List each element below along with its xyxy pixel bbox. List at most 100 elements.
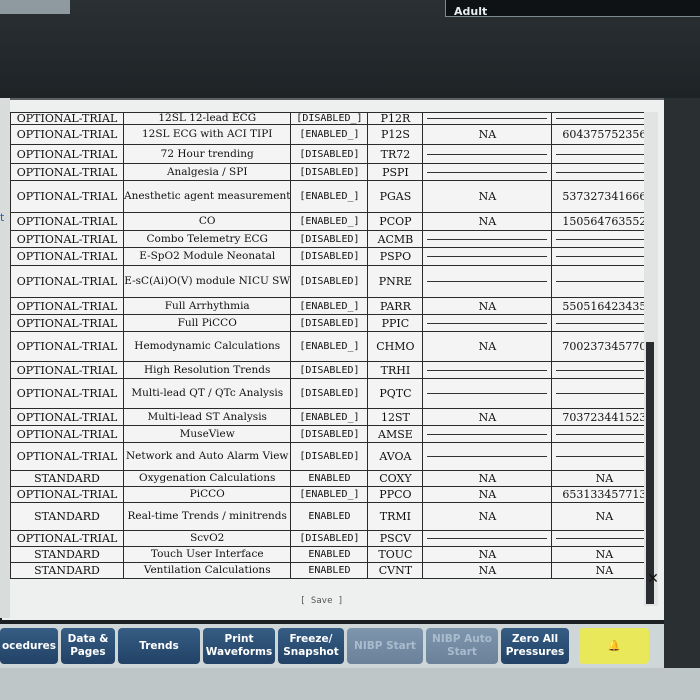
top-left-tab xyxy=(0,0,70,14)
empty-entry-line xyxy=(556,171,653,173)
scrollbar-thumb[interactable] xyxy=(646,342,654,604)
feature-key-cell xyxy=(551,378,658,409)
feature-status-cell: [DISABLED_] xyxy=(290,112,369,125)
alarm-silence-button[interactable]: 🔔 xyxy=(579,628,649,664)
table-row[interactable]: STANDARD Touch User Interface ENABLED TOUC N… xyxy=(10,546,658,563)
feature-type-cell: STANDARD xyxy=(10,502,124,531)
feature-code-cell: PCOP xyxy=(367,212,424,231)
feature-type-cell: OPTIONAL-TRIAL xyxy=(10,163,124,181)
feature-na-cell xyxy=(422,530,553,547)
empty-entry-line xyxy=(556,238,653,240)
feature-status-cell: [ENABLED_] xyxy=(290,180,369,213)
feature-name-cell: 12SL 12-lead ECG xyxy=(122,112,292,125)
empty-entry-line xyxy=(427,322,548,324)
feature-status-cell: [DISABLED] xyxy=(290,361,369,379)
feature-status-cell: [ENABLED_] xyxy=(290,408,369,426)
feature-code-cell: ACMB xyxy=(367,230,424,248)
feature-type-cell: OPTIONAL-TRIAL xyxy=(10,408,124,426)
empty-entry-line xyxy=(427,369,548,371)
table-row[interactable]: OPTIONAL-TRIAL MuseView [DISABLED] AMSE xyxy=(10,425,658,443)
feature-type-cell: OPTIONAL-TRIAL xyxy=(10,442,124,471)
edge-mark: t xyxy=(0,211,5,224)
zero-all-pressures-button[interactable]: Zero All Pressures xyxy=(501,628,569,664)
feature-type-cell: OPTIONAL-TRIAL xyxy=(10,247,124,266)
feature-na-cell xyxy=(422,378,553,409)
table-row[interactable]: OPTIONAL-TRIAL High Resolution Trends [DIS… xyxy=(10,361,658,379)
feature-name-cell: 72 Hour trending xyxy=(122,144,292,164)
feature-name-cell: High Resolution Trends xyxy=(122,361,292,379)
table-row[interactable]: OPTIONAL-TRIAL Anesthetic agent measureme… xyxy=(10,180,658,213)
feature-name-cell: Multi-lead QT / QTc Analysis xyxy=(122,378,292,409)
feature-name-cell: Touch User Interface xyxy=(122,546,292,563)
feature-name-cell: Full Arrhythmia xyxy=(122,297,292,315)
table-row[interactable]: STANDARD Ventilation Calculations ENABLED C… xyxy=(10,562,658,579)
feature-name-cell: CO xyxy=(122,212,292,231)
table-row[interactable]: OPTIONAL-TRIAL Full Arrhythmia [ENABLED_] P… xyxy=(10,297,658,315)
table-row[interactable]: OPTIONAL-TRIAL Multi-lead ST Analysis [ENA… xyxy=(10,408,658,426)
table-row[interactable]: STANDARD Oxygenation Calculations ENABLED C… xyxy=(10,470,658,487)
feature-name-cell: PiCCO xyxy=(122,486,292,503)
empty-entry-line xyxy=(556,456,653,457)
procedures-button[interactable]: ocedures xyxy=(0,628,58,664)
feature-code-cell: PARR xyxy=(367,297,424,315)
table-row[interactable]: OPTIONAL-TRIAL CO [ENABLED_] PCOP NA 15056476… xyxy=(10,212,658,231)
feature-name-cell: 12SL ECG with ACI TIPI xyxy=(122,124,292,145)
feature-key-cell: NA xyxy=(551,546,658,563)
feature-name-cell: Analgesia / SPI xyxy=(122,163,292,181)
nibp-auto-start-button[interactable]: NIBP Auto Start xyxy=(426,628,498,664)
feature-name-cell: Ventilation Calculations xyxy=(122,562,292,579)
patient-category-box[interactable]: Adult xyxy=(445,0,597,18)
table-row[interactable]: OPTIONAL-TRIAL PiCCO [ENABLED_] PPCO NA 65313… xyxy=(10,486,658,503)
feature-name-cell: E-sC(Ai)O(V) module NICU SW xyxy=(122,265,292,298)
feature-na-cell: NA xyxy=(422,331,553,362)
feature-type-cell: OPTIONAL-TRIAL xyxy=(10,378,124,409)
table-row[interactable]: STANDARD Real-time Trends / minitrends ENA… xyxy=(10,502,658,531)
table-row[interactable]: OPTIONAL-TRIAL Network and Auto Alarm Vie… xyxy=(10,442,658,471)
feature-na-cell xyxy=(422,163,553,181)
empty-entry-line xyxy=(427,153,548,155)
feature-name-cell: Hemodynamic Calculations xyxy=(122,331,292,362)
feature-key-cell: 537327341666 xyxy=(551,180,658,213)
feature-code-cell: AMSE xyxy=(367,425,424,443)
nibp-start-button[interactable]: NIBP Start xyxy=(347,628,423,664)
feature-key-cell: 703723441523 xyxy=(551,408,658,426)
table-row[interactable]: OPTIONAL-TRIAL Hemodynamic Calculations [E… xyxy=(10,331,658,362)
empty-entry-line xyxy=(556,281,653,282)
feature-status-cell: [ENABLED_] xyxy=(290,297,369,315)
table-row[interactable]: OPTIONAL-TRIAL Combo Telemetry ECG [DISABL… xyxy=(10,230,658,248)
freeze-snapshot-button[interactable]: Freeze/ Snapshot xyxy=(278,628,344,664)
table-row[interactable]: OPTIONAL-TRIAL Multi-lead QT / QTc Analys… xyxy=(10,378,658,409)
feature-code-cell: TR72 xyxy=(367,144,424,164)
table-row[interactable]: OPTIONAL-TRIAL E-sC(Ai)O(V) module NICU S… xyxy=(10,265,658,298)
empty-entry-line xyxy=(556,256,653,257)
feature-key-cell xyxy=(551,112,658,125)
feature-status-cell: ENABLED xyxy=(290,470,369,487)
feature-status-cell: [DISABLED] xyxy=(290,378,369,409)
feature-key-cell xyxy=(551,247,658,266)
table-row[interactable]: OPTIONAL-TRIAL 12SL ECG with ACI TIPI [ENA… xyxy=(10,124,658,145)
feature-key-cell: 604375752356 xyxy=(551,124,658,145)
feature-na-cell: NA xyxy=(422,408,553,426)
table-row[interactable]: OPTIONAL-TRIAL 12SL 12-lead ECG [DISABLED_… xyxy=(10,112,658,125)
feature-status-cell: ENABLED xyxy=(290,502,369,531)
table-row[interactable]: OPTIONAL-TRIAL Analgesia / SPI [DISABLED] P… xyxy=(10,163,658,181)
close-icon[interactable]: ✕ xyxy=(646,572,660,586)
feature-status-cell: [ENABLED_] xyxy=(290,331,369,362)
print-waveforms-button[interactable]: Print Waveforms xyxy=(203,628,275,664)
empty-entry-line xyxy=(427,538,548,539)
empty-entry-line xyxy=(427,456,548,457)
table-row[interactable]: OPTIONAL-TRIAL Full PiCCO [DISABLED] PPIC xyxy=(10,314,658,332)
table-row[interactable]: OPTIONAL-TRIAL 72 Hour trending [DISABLED]… xyxy=(10,144,658,164)
feature-na-cell xyxy=(422,144,553,164)
feature-status-cell: [DISABLED] xyxy=(290,425,369,443)
save-button[interactable]: [ Save ] xyxy=(300,596,343,606)
trends-button[interactable]: Trends xyxy=(118,628,200,664)
table-row[interactable]: OPTIONAL-TRIAL ScvO2 [DISABLED] PSCV xyxy=(10,530,658,547)
feature-status-cell: ENABLED xyxy=(290,562,369,579)
table-row[interactable]: OPTIONAL-TRIAL E-SpO2 Module Neonatal [DIS… xyxy=(10,247,658,266)
feature-key-cell: 700237345770 xyxy=(551,331,658,362)
monitor-bezel-bottom xyxy=(0,668,700,700)
data-pages-button[interactable]: Data & Pages xyxy=(61,628,115,664)
feature-na-cell: NA xyxy=(422,180,553,213)
feature-status-cell: [DISABLED] xyxy=(290,442,369,471)
